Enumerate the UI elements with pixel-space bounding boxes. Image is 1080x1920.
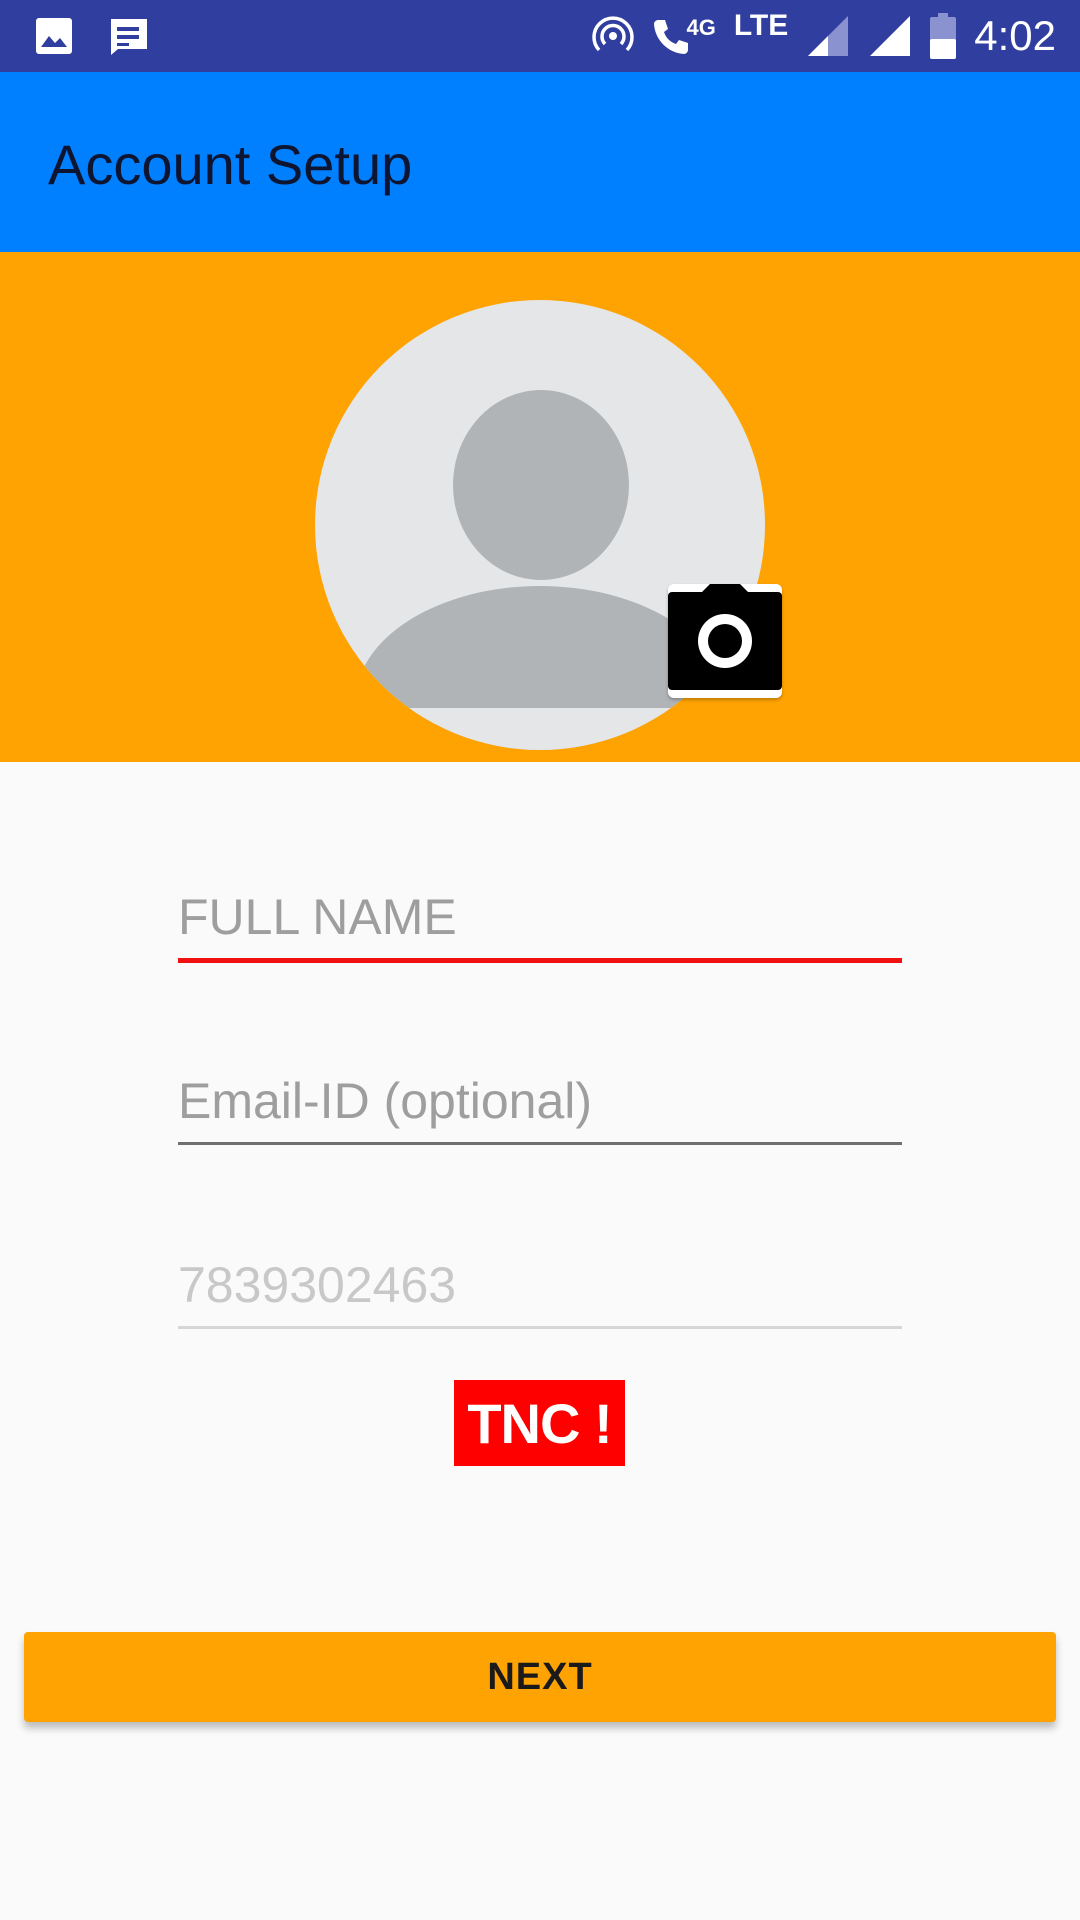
email-underline	[178, 1142, 902, 1145]
signal-full-icon	[868, 14, 912, 58]
change-photo-button[interactable]	[668, 584, 782, 698]
phone-underline	[178, 1326, 902, 1329]
hotspot-icon	[592, 15, 635, 57]
phone-input[interactable]	[178, 1256, 902, 1326]
wifi-calling-icon	[652, 16, 690, 56]
camera-icon	[668, 584, 782, 690]
avatar-head	[453, 390, 629, 580]
next-button[interactable]: NEXT	[24, 1632, 1056, 1722]
signal-icon	[806, 14, 850, 58]
battery-icon	[930, 13, 957, 59]
tnc-link[interactable]: TNC !	[454, 1380, 625, 1466]
status-right-icons: 4G LTE 4:02	[592, 0, 1056, 72]
phone-field	[178, 1256, 902, 1329]
page-title: Account Setup	[48, 133, 413, 196]
avatar-base	[315, 708, 765, 750]
full-name-input[interactable]	[178, 888, 902, 958]
status-time: 4:02	[974, 12, 1056, 59]
email-input[interactable]	[178, 1072, 902, 1142]
network-lte-label: LTE	[733, 9, 789, 42]
status-left-icons	[34, 16, 150, 56]
email-field	[178, 1072, 902, 1145]
full-name-underline	[178, 958, 902, 963]
status-bar: 4G LTE 4:02	[0, 0, 1080, 72]
app-bar: Account Setup	[0, 72, 1080, 252]
network-4g-label: 4G	[686, 15, 716, 40]
message-icon	[108, 16, 150, 56]
image-icon	[34, 16, 74, 56]
full-name-field	[178, 888, 902, 963]
